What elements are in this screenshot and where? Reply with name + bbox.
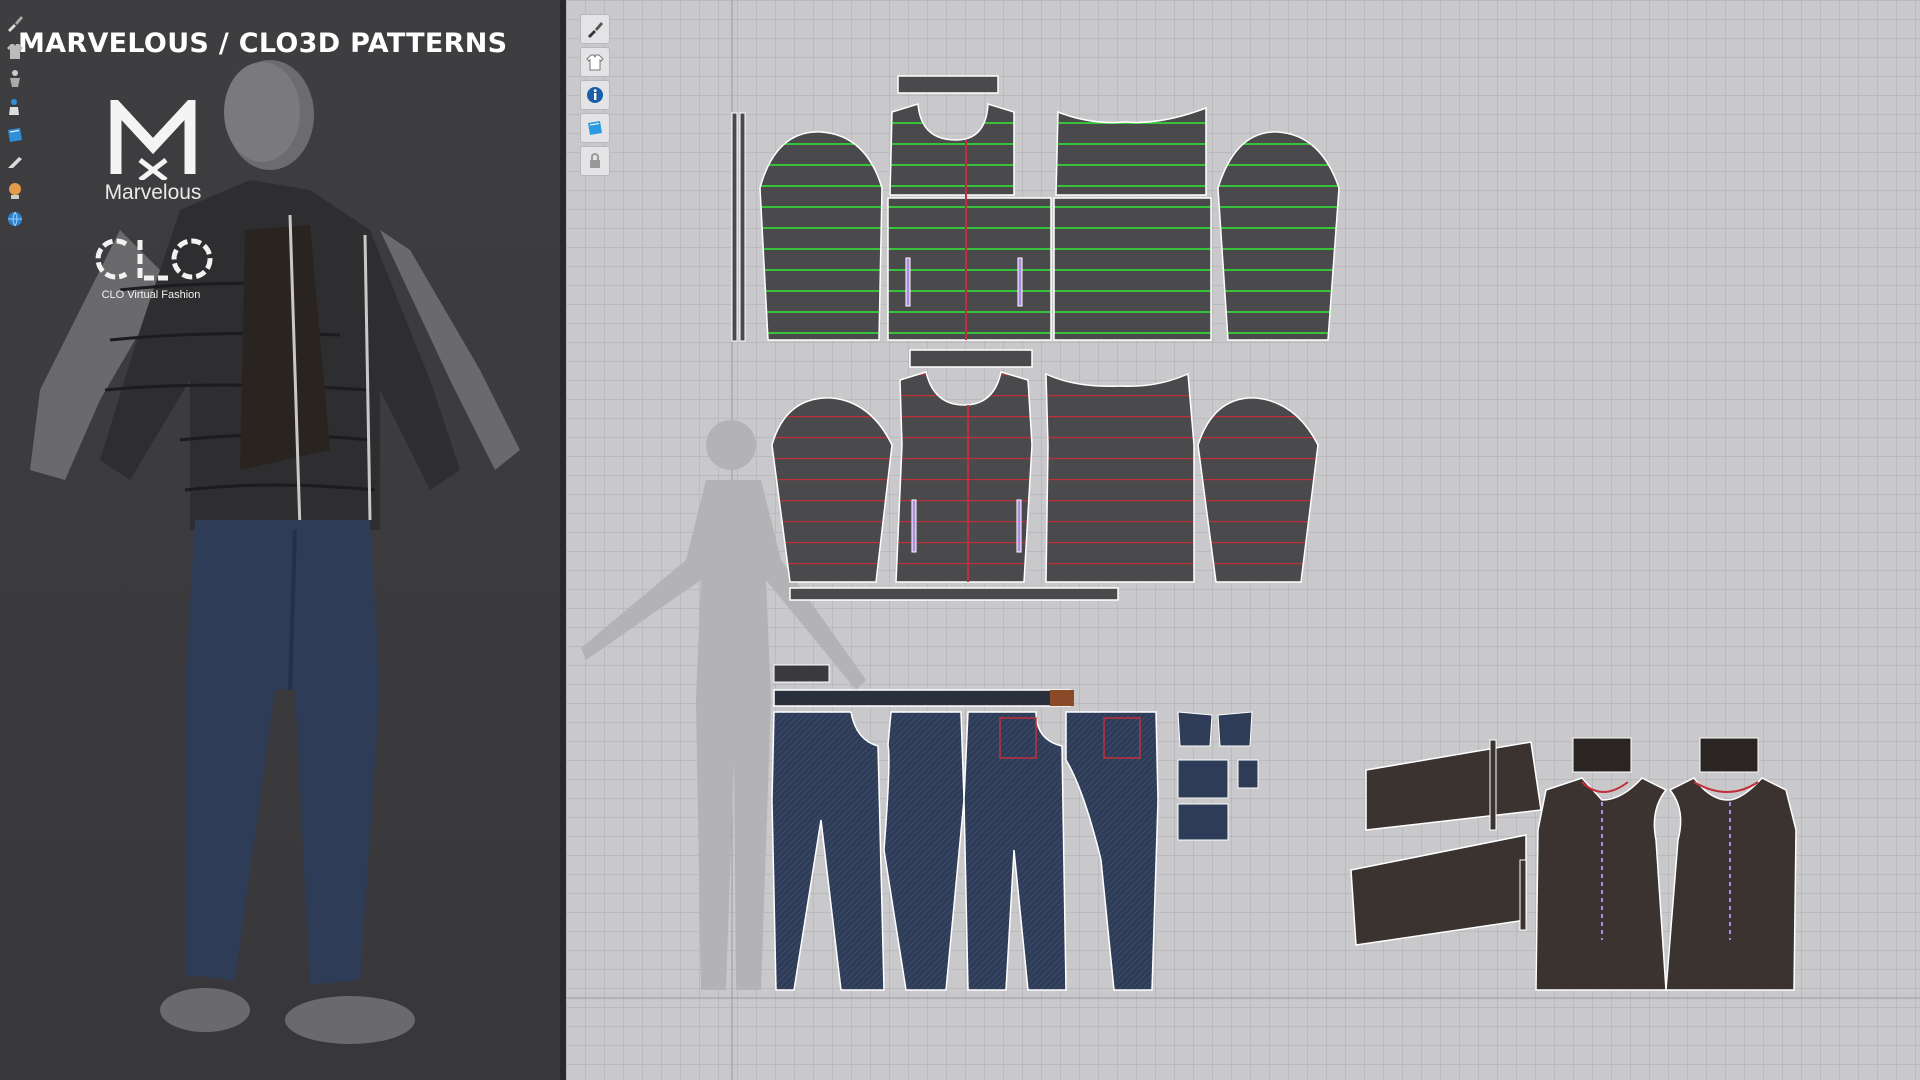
collar-piece [897,75,999,94]
jeans-right-back [1065,711,1159,991]
top-collar-piece [1572,737,1632,773]
inner-top-pattern[interactable] [1350,737,1797,991]
jeans-left-back [883,711,965,991]
belt-loop-strip [773,664,830,683]
jeans-pattern[interactable] [771,664,1259,991]
avatar-pose-icon[interactable] [2,66,28,92]
zip-facing-strip [739,112,746,342]
left-sleeve-piece [759,131,883,341]
clo-mark-icon [95,238,213,281]
lining-back-piece [1045,372,1195,583]
skin-icon[interactable] [2,178,28,204]
jacket-pattern-outer[interactable] [731,75,1340,342]
lining-collar-piece [909,349,1033,368]
fabric-icon[interactable] [2,122,28,148]
back-body-piece [1053,197,1212,341]
hem-band-piece [789,587,1119,601]
pocket-opening [1017,257,1023,307]
waistband-piece [773,689,1071,707]
page-title: MARVELOUS / CLO3D PATTERNS [18,28,508,59]
pocket-opening [905,257,911,307]
marvelous-mark-icon [110,91,196,182]
2d-pattern-window[interactable] [566,0,1920,1080]
marvelous-wordmark: Marvelous [104,181,202,204]
top-right-sleeve [1350,834,1527,946]
back-yoke-piece [1055,106,1207,196]
3d-toolbar [0,8,30,234]
3d-viewport[interactable]: MARVELOUS / CLO3D PATTERNS Marvelous CLO… [0,0,560,1080]
clo-logo: CLO Virtual Fashion [88,234,214,301]
brush-icon[interactable] [580,14,610,44]
shirt-icon[interactable] [580,47,610,77]
jeans-left-front [771,711,885,991]
jacket-pattern-lining[interactable] [771,349,1319,601]
coin-pocket-piece [1177,711,1213,747]
info-icon[interactable] [580,80,610,110]
pattern-canvas[interactable] [566,0,1920,1080]
jeans-right-front [963,711,1067,991]
front-yoke-piece [889,103,1015,196]
lining-right-sleeve [1197,397,1319,583]
right-sleeve-piece [1217,131,1340,341]
garment-icon[interactable] [2,38,28,64]
pocket-facing-piece [1237,759,1259,789]
marvelous-logo: Marvelous [98,91,208,205]
sleeve-cuff-strip [1489,739,1497,831]
2d-toolbar [578,12,610,179]
lining-left-sleeve [771,397,893,583]
lock-icon[interactable] [580,146,610,176]
coin-pocket-piece [1217,711,1253,747]
lining-pocket [911,499,917,553]
avatar-icon[interactable] [2,94,28,120]
pocket-facing-piece [1177,803,1229,841]
iron-icon[interactable] [2,150,28,176]
globe-icon[interactable] [2,206,28,232]
waistband-tab [1050,690,1074,706]
top-collar-piece [1699,737,1759,773]
top-left-sleeve [1365,741,1542,831]
zip-facing-strip [731,112,738,342]
lining-pocket [1016,499,1022,553]
sleeve-cuff-strip [1519,859,1527,931]
brush-icon[interactable] [2,10,28,36]
3d-avatar-model[interactable] [10,50,550,1070]
front-body-piece [887,197,1052,341]
clo-tagline: CLO Virtual Fashion [101,289,201,301]
fabric-icon[interactable] [580,113,610,143]
pocket-facing-piece [1177,759,1229,799]
